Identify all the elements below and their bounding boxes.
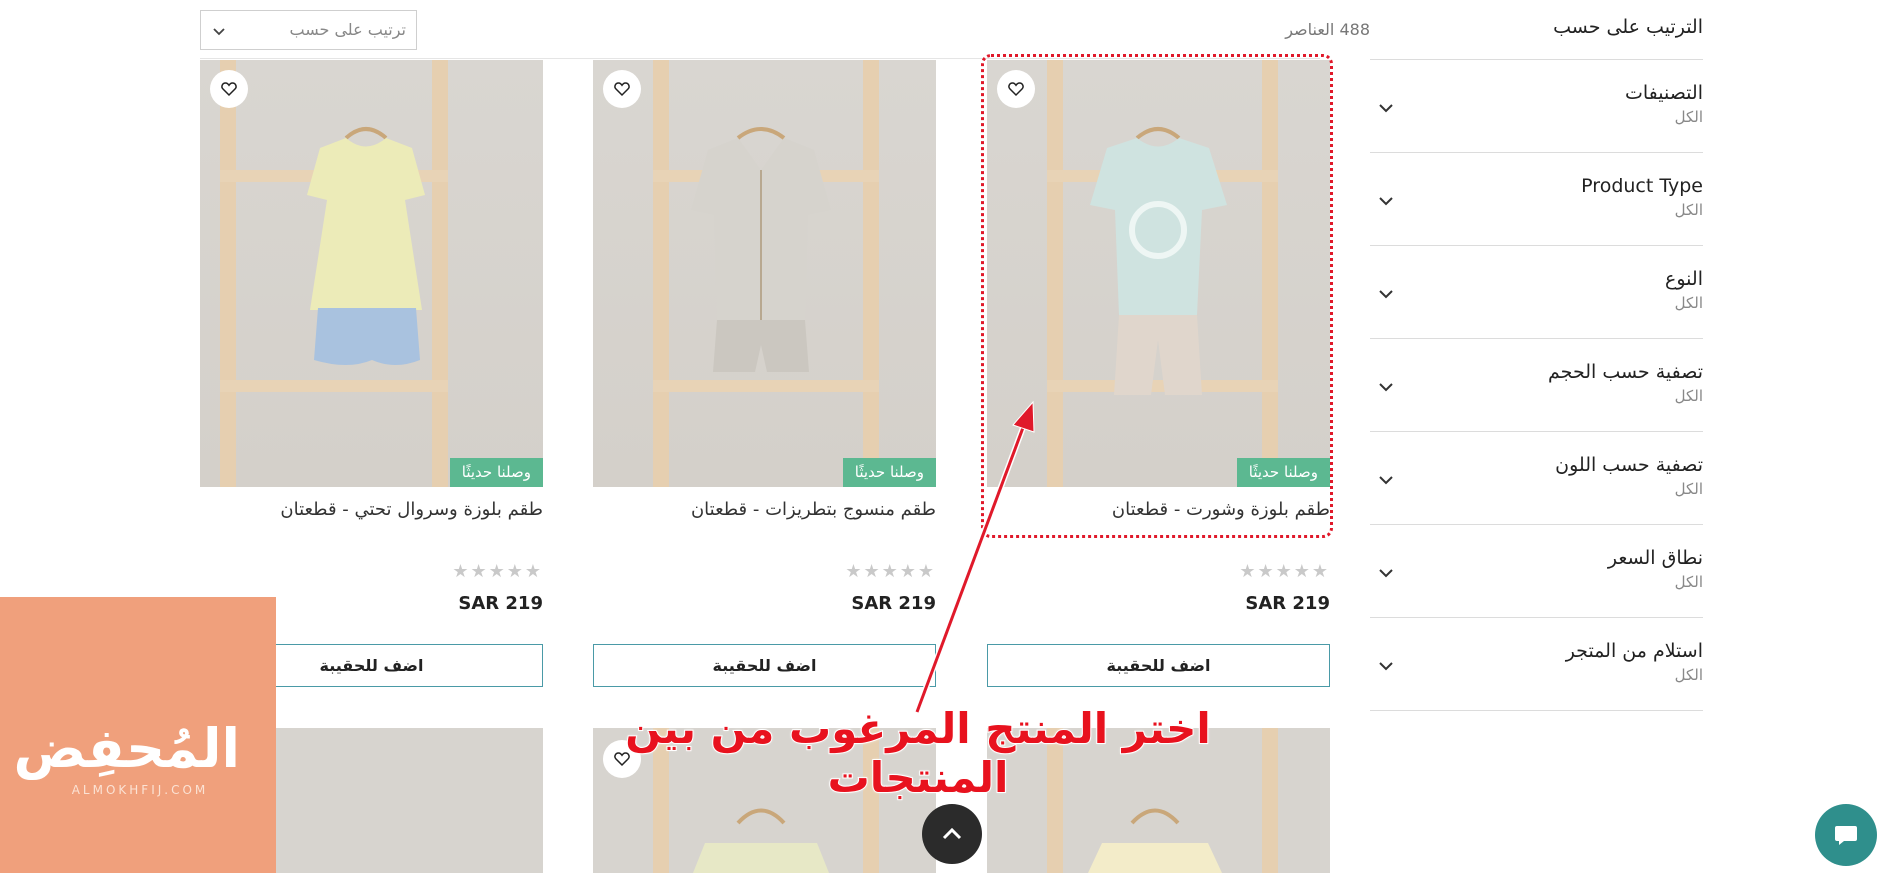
- annotation-text: اختر المنتج المرغوب من بين المنتجات: [624, 703, 1212, 803]
- scroll-to-top-button[interactable]: [922, 804, 982, 864]
- watermark-logo: المُحفِض ALMOKHFIJ.COM: [0, 597, 276, 873]
- logo-subtitle: ALMOKHFIJ.COM: [71, 783, 209, 797]
- logo-text: المُحفِض: [13, 717, 240, 780]
- chevron-up-icon: [942, 827, 962, 840]
- chat-bubble-icon: [1835, 826, 1857, 845]
- chat-button[interactable]: [1815, 804, 1877, 866]
